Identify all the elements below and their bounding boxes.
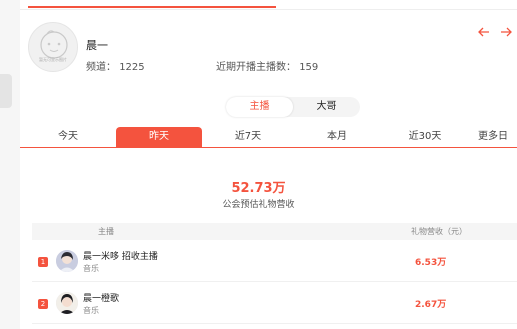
tab-yesterday[interactable]: 昨天 — [116, 127, 202, 147]
tab-more-dates[interactable]: 更多日 — [470, 127, 517, 147]
table-row[interactable]: 2 晨一橙歌 音乐 2.67万 — [32, 284, 517, 324]
top-tab-indicator — [28, 6, 276, 8]
anchor-category: 音乐 — [83, 264, 99, 273]
anchor-revenue: 2.67万 — [415, 300, 447, 310]
tab-last-7-days[interactable]: 近7天 — [202, 127, 294, 147]
toggle-anchor[interactable]: 主播 — [226, 97, 293, 117]
anchor-revenue: 6.53万 — [415, 258, 447, 268]
arrow-left-icon[interactable] — [477, 26, 491, 38]
anchor-name: 晨一米哆 招收主播 — [83, 252, 158, 262]
recent-label: 近期开播主播数： — [216, 62, 296, 73]
recent-anchors-info: 近期开播主播数： 159 — [216, 58, 318, 73]
channel-label: 频道： — [86, 62, 116, 73]
anchor-name: 晨一橙歌 — [83, 294, 120, 304]
anchor-category: 音乐 — [83, 306, 99, 315]
arrow-right-icon[interactable] — [499, 26, 513, 38]
date-range-tabs: 今天 昨天 近7天 本月 近30天 更多日 — [20, 127, 517, 148]
nav-arrows — [477, 26, 513, 38]
avatar — [56, 250, 78, 272]
avatar-caption: 暂无可显示图片 — [39, 57, 67, 62]
tab-today[interactable]: 今天 — [20, 127, 116, 147]
avatar — [56, 292, 78, 314]
left-gutter — [0, 0, 20, 329]
channel-value: 1225 — [119, 62, 145, 73]
toggle-patron[interactable]: 大哥 — [293, 97, 360, 117]
table-header: 主播 礼物营收（元） — [32, 223, 517, 240]
column-anchor: 主播 — [98, 227, 114, 236]
estimated-revenue-value: 52.73万 — [231, 181, 286, 196]
estimated-revenue-label: 公会预估礼物营收 — [222, 200, 295, 210]
recent-value: 159 — [299, 62, 319, 73]
table-row[interactable]: 1 晨一米哆 招收主播 音乐 6.53万 — [32, 242, 517, 282]
guild-name: 晨一 — [86, 39, 108, 52]
tab-last-30-days[interactable]: 近30天 — [380, 127, 470, 147]
rank-badge: 1 — [38, 257, 48, 267]
tab-this-month[interactable]: 本月 — [294, 127, 380, 147]
side-panel-handle[interactable] — [0, 74, 12, 108]
channel-info: 频道： 1225 — [86, 58, 145, 73]
column-revenue: 礼物营收（元） — [411, 227, 467, 236]
guild-avatar: 暂无可显示图片 — [28, 22, 78, 72]
placeholder-face-icon — [40, 30, 68, 59]
role-toggle: 主播 大哥 — [226, 97, 360, 117]
top-tab-strip — [20, 0, 517, 10]
rank-badge: 2 — [38, 299, 48, 309]
